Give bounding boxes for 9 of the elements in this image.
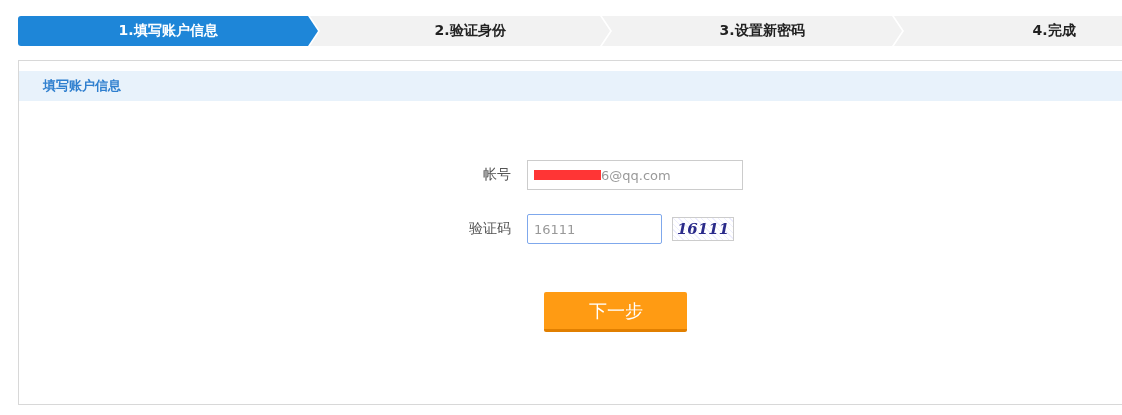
- account-field[interactable]: 6@qq.com: [527, 160, 743, 190]
- panel-title: 填写账户信息: [19, 71, 1122, 101]
- field-value: 6@qq.com: [601, 167, 671, 183]
- next-button[interactable]: 下一步: [544, 292, 687, 332]
- field-label: 验证码: [468, 220, 511, 238]
- field-value: 16111: [534, 221, 576, 237]
- field-label: 帐号: [482, 166, 511, 184]
- captcha-image[interactable]: 16111: [672, 217, 734, 241]
- captcha-field[interactable]: 16111: [527, 214, 662, 244]
